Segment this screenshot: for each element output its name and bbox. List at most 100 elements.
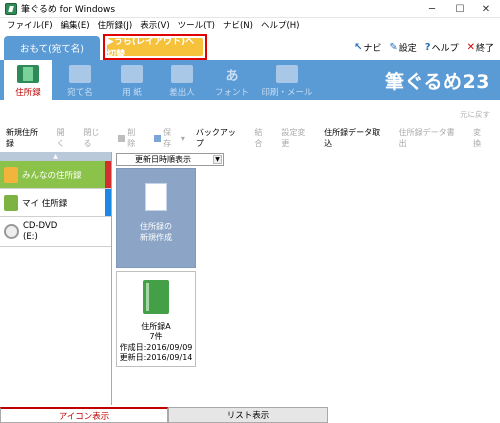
delete-button[interactable]: 削除 — [118, 127, 143, 149]
printer-icon — [276, 65, 298, 83]
exit-label: 終了 — [475, 44, 494, 54]
card-a-details: 住所録A 7件 作成日:2016/09/09 更新日:2016/09/14 — [120, 322, 193, 364]
merge-button[interactable]: 結合 — [255, 127, 271, 149]
undo-button[interactable]: 元に戻す — [460, 109, 490, 120]
address-book-grid: 更新日時順表示 ▼ 住所録の 新規作成 住所録A 7件 作成日:2016/09/… — [112, 152, 500, 405]
app-icon — [5, 2, 17, 15]
menu-tools[interactable]: ツール(T) — [177, 19, 216, 31]
title-bar: 筆ぐるめ for Windows ─ ☐ ✕ — [0, 0, 500, 18]
undo-row: 元に戻す — [0, 100, 500, 126]
navi-link[interactable]: ↖ ナビ — [354, 41, 381, 54]
scroll-up-button[interactable]: ▲ — [0, 152, 111, 161]
settings-label: 設定 — [398, 44, 417, 54]
view-tabs: アイコン表示 リスト表示 — [0, 405, 500, 423]
person-book-icon — [4, 194, 18, 211]
menu-file[interactable]: ファイル(F) — [6, 19, 54, 31]
maximize-button[interactable]: ☐ — [446, 0, 474, 18]
tab-address-side[interactable]: おもて(宛て名) — [4, 36, 100, 60]
menu-bar: ファイル(F) 編集(E) 住所録(J) 表示(V) ツール(T) ナビ(N) … — [0, 18, 500, 32]
new-card-line1: 住所録の — [140, 222, 172, 231]
sort-order-value: 更新日時順表示 — [135, 155, 191, 164]
tab-list-view[interactable]: リスト表示 — [168, 407, 328, 423]
menu-address[interactable]: 住所録(J) — [97, 19, 134, 31]
change-settings-button[interactable]: 設定変更 — [281, 127, 313, 149]
sidebar-item-mine[interactable]: マイ 住所録 — [0, 189, 111, 217]
ribbon-sender-label: 差出人 — [169, 88, 195, 98]
ribbon-font-label: フォント — [214, 88, 249, 98]
cd-dvd-drive: (E:) — [23, 231, 38, 242]
menu-navi[interactable]: ナビ(N) — [222, 19, 254, 31]
ribbon-recipient[interactable]: 宛て名 — [56, 60, 104, 100]
new-card-line2: 新規作成 — [140, 233, 172, 243]
chevron-down-icon: ▼ — [213, 155, 222, 164]
ribbon-address-book-label: 住所録 — [15, 88, 41, 98]
top-links: ↖ ナビ ✎ 設定 ? ヘルプ ✕ 終了 — [354, 41, 494, 54]
close-button[interactable]: ✕ — [472, 0, 500, 18]
ribbon-recipient-label: 宛て名 — [67, 88, 93, 98]
sidebar-item-everyone-label: みんなの住所録 — [22, 170, 82, 181]
exit-link[interactable]: ✕ 終了 — [467, 41, 494, 54]
sort-order-select[interactable]: 更新日時順表示 ▼ — [116, 153, 224, 166]
card-a-updated: 更新日:2016/09/14 — [119, 353, 193, 363]
brand-logo: 筆ぐるめ23 — [384, 71, 490, 93]
ribbon-print-mail[interactable]: 印刷・メール — [258, 60, 316, 100]
save-button[interactable]: 保存 ▾ — [154, 127, 185, 149]
import-data-button[interactable]: 住所録データ取込 — [324, 127, 387, 149]
ribbon-paper[interactable]: 用 紙 — [108, 60, 156, 100]
backup-button[interactable]: バックアップ — [196, 127, 244, 149]
cursor-icon: ↖ — [353, 42, 363, 53]
close-x-icon: ✕ — [466, 42, 475, 53]
wrench-icon: ✎ — [389, 42, 398, 53]
documents-icon — [142, 180, 167, 211]
blue-tab-marker — [105, 189, 111, 216]
card-a-name: 住所録A — [141, 322, 171, 331]
settings-link[interactable]: ✎ 設定 — [389, 41, 416, 54]
window-title: 筆ぐるめ for Windows — [21, 5, 116, 15]
menu-view[interactable]: 表示(V) — [139, 19, 170, 31]
address-book-sidebar: ▲ みんなの住所録 マイ 住所録 CD-DVD (E:) — [0, 152, 112, 405]
question-icon: ? — [424, 42, 431, 53]
paper-icon — [121, 65, 143, 83]
save-label: 保存 — [163, 128, 172, 148]
navi-label: ナビ — [363, 44, 382, 54]
sidebar-item-everyone[interactable]: みんなの住所録 — [0, 161, 111, 189]
new-address-book-button[interactable]: 新規住所録 — [6, 127, 46, 149]
toolbar: 新規住所録 開く 閉じる 削除 保存 ▾ バックアップ 結合 設定変更 住所録デー… — [0, 126, 500, 150]
help-link[interactable]: ? ヘルプ — [425, 41, 459, 54]
dropdown-arrow-icon: ▾ — [180, 133, 185, 143]
address-book-card-a[interactable]: 住所録A 7件 作成日:2016/09/09 更新日:2016/09/14 — [116, 271, 196, 367]
new-address-book-card[interactable]: 住所録の 新規作成 — [116, 168, 196, 268]
new-card-label: 住所録の 新規作成 — [140, 221, 172, 243]
red-tab-marker — [105, 161, 111, 188]
font-icon: あ — [225, 68, 239, 84]
ribbon-sender[interactable]: 差出人 — [158, 60, 206, 100]
tab-icon-view[interactable]: アイコン表示 — [0, 407, 168, 423]
menu-help[interactable]: ヘルプ(H) — [260, 19, 301, 31]
sender-icon — [171, 65, 193, 83]
close-book-button[interactable]: 閉じる — [84, 127, 108, 149]
cd-dvd-label: CD-DVD — [23, 221, 58, 232]
ribbon-print-mail-label: 印刷・メール — [261, 88, 313, 98]
mode-tab-bar: おもて(宛て名) ▶うら(レイアウト)へ切替 ↖ ナビ ✎ 設定 ? ヘルプ ✕… — [0, 32, 500, 60]
ribbon-font[interactable]: あ フォント — [208, 60, 256, 100]
export-data-button[interactable]: 住所録データ書出 — [399, 127, 462, 149]
tab-layout-switch[interactable]: ▶うら(レイアウト)へ切替 — [107, 37, 203, 60]
recipient-icon — [69, 65, 91, 83]
address-book-icon — [17, 65, 39, 83]
tab-layout-switch-highlight: ▶うら(レイアウト)へ切替 — [103, 34, 207, 60]
cd-dvd-text: CD-DVD (E:) — [23, 221, 57, 241]
open-button[interactable]: 開く — [57, 127, 73, 149]
delete-label: 削除 — [127, 128, 136, 148]
card-a-count: 7件 — [149, 332, 163, 342]
menu-edit[interactable]: 編集(E) — [60, 19, 91, 31]
convert-button[interactable]: 変換 — [473, 127, 489, 149]
green-notebook-icon — [143, 280, 169, 314]
sidebar-item-cd-dvd[interactable]: CD-DVD (E:) — [0, 217, 111, 247]
group-book-icon — [4, 166, 18, 183]
ribbon-paper-label: 用 紙 — [122, 88, 142, 98]
sidebar-item-mine-label: マイ 住所録 — [22, 198, 68, 209]
help-label: ヘルプ — [431, 44, 459, 54]
ribbon-address-book[interactable]: 住所録 — [4, 60, 52, 100]
minimize-button[interactable]: ─ — [418, 0, 446, 18]
card-a-created: 作成日:2016/09/09 — [119, 342, 193, 352]
